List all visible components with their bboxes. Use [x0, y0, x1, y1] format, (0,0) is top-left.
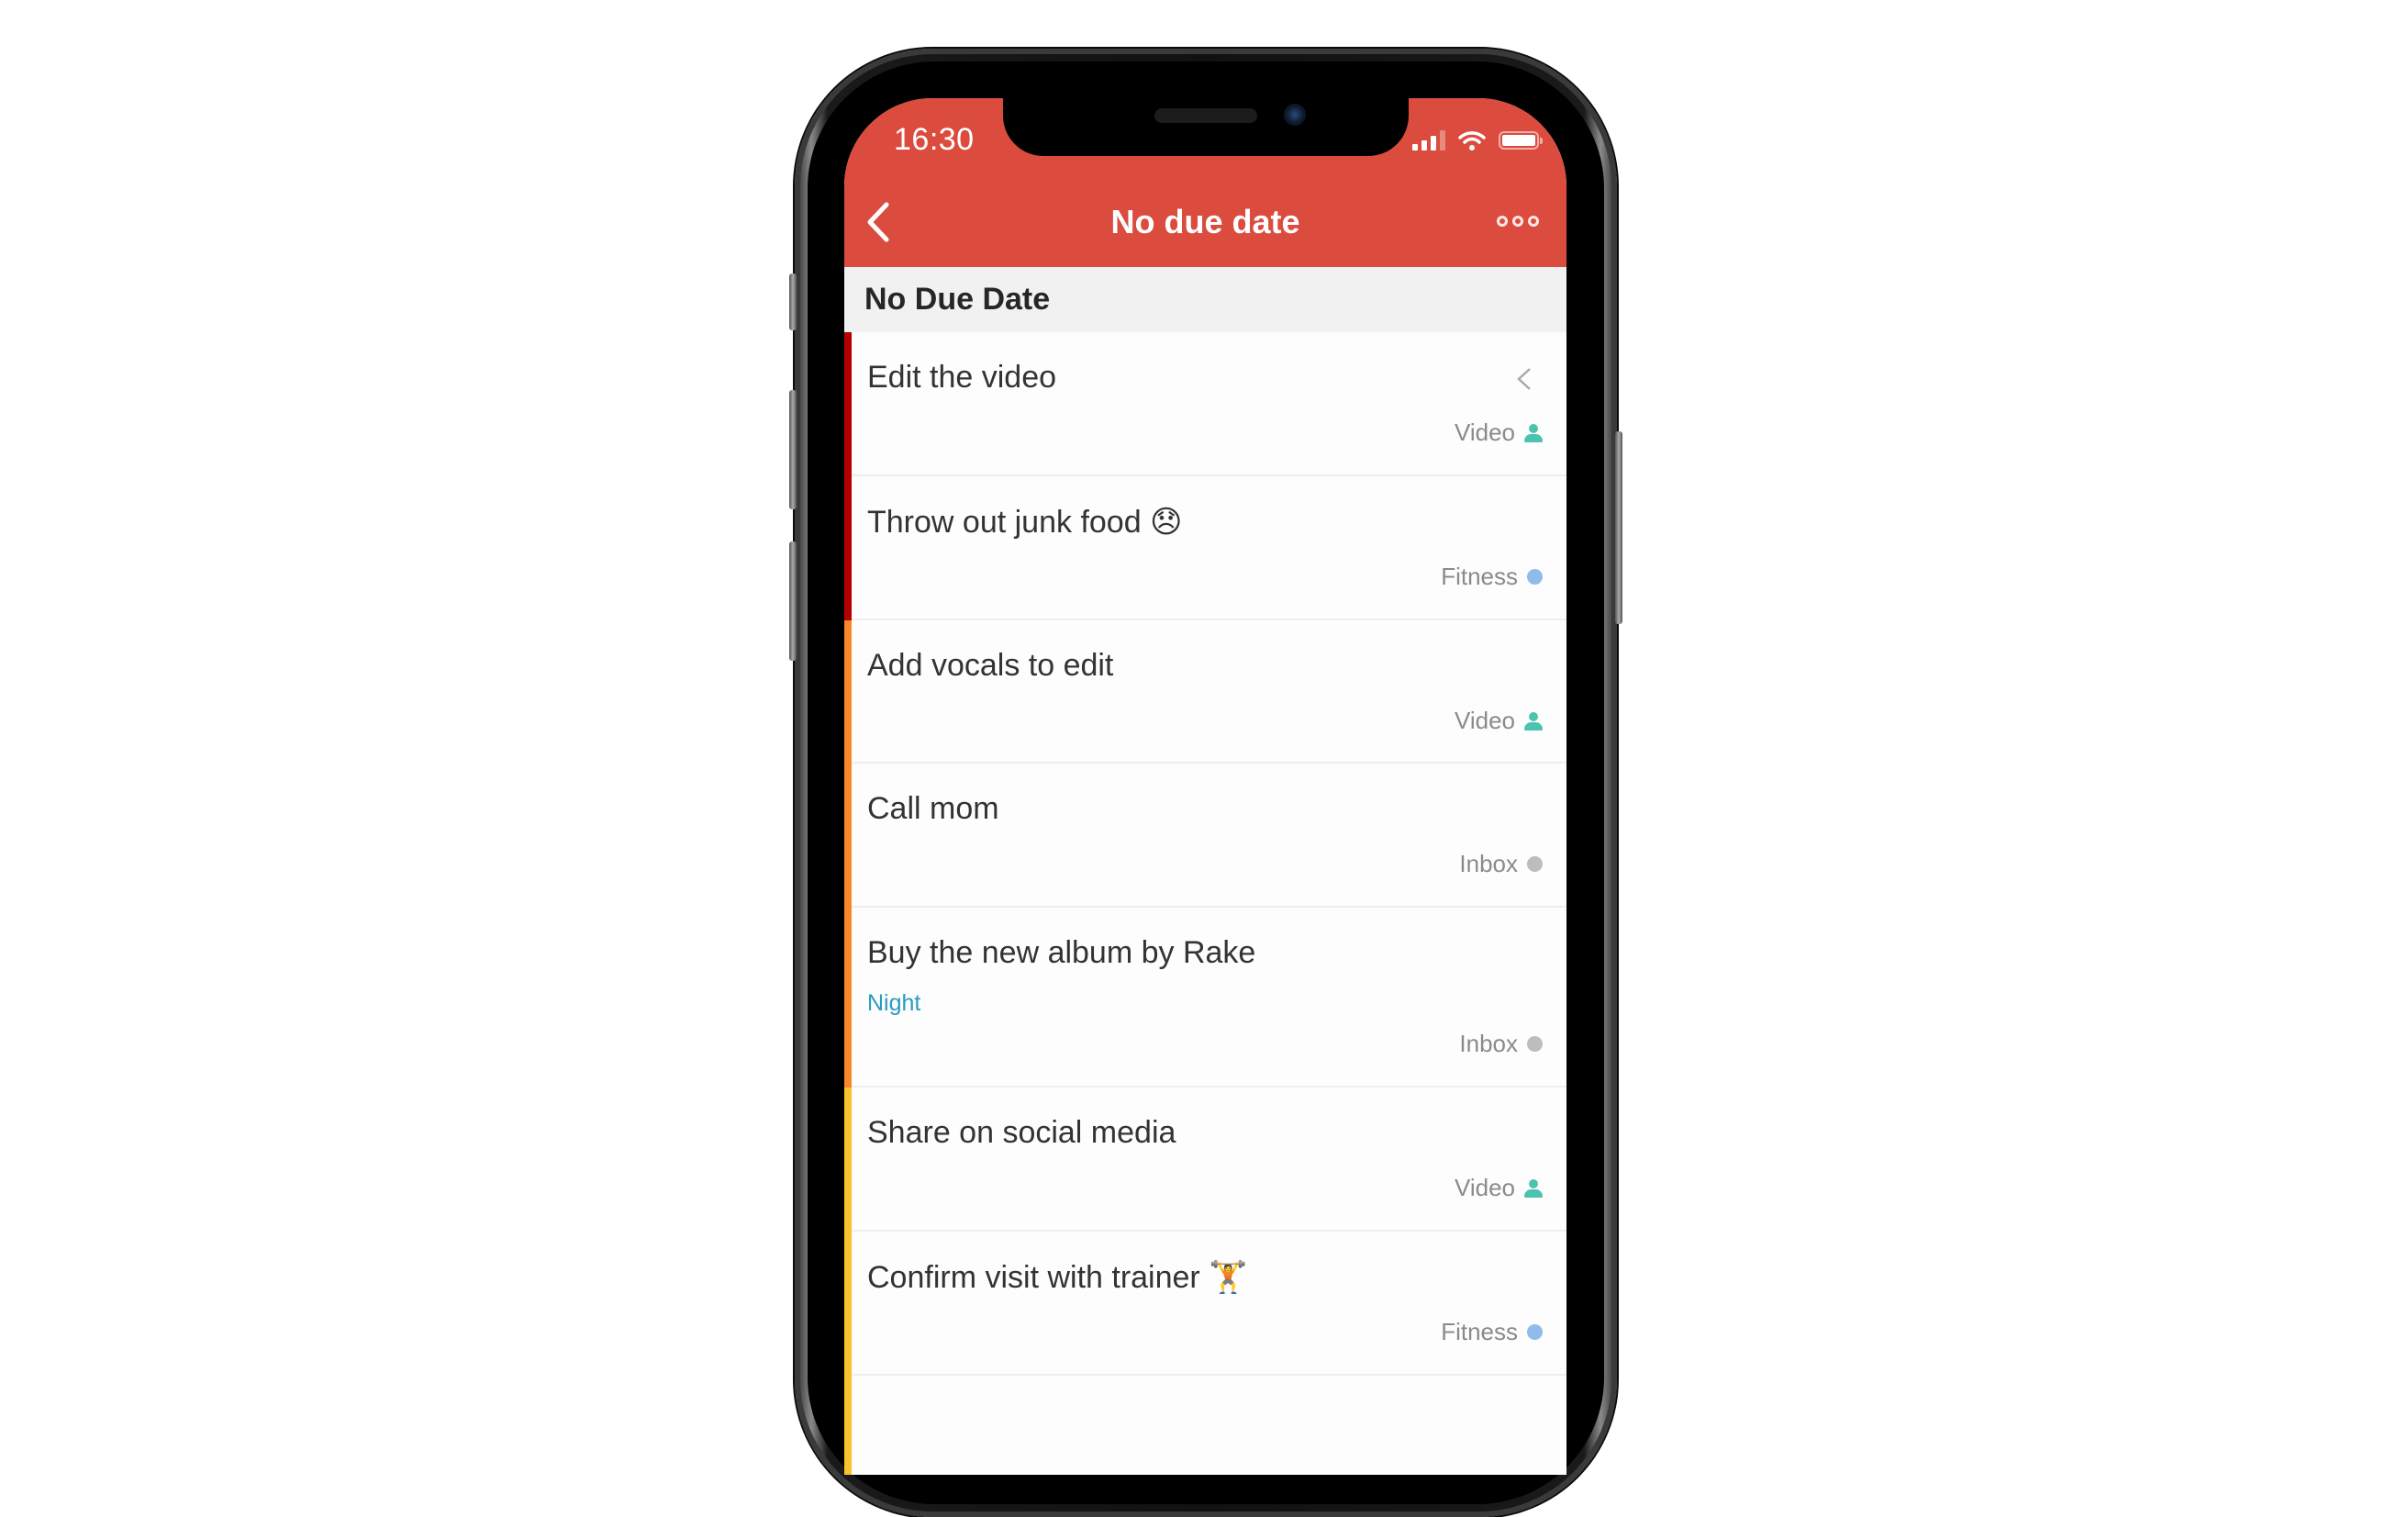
project-tag: Video: [1455, 707, 1543, 735]
section-header: No Due Date: [844, 267, 1566, 332]
project-tag: Video: [1455, 1174, 1543, 1202]
notch: [1003, 92, 1409, 156]
priority-bar: [844, 620, 852, 764]
task-name: Call mom: [867, 791, 999, 826]
priority-bar: [844, 1232, 852, 1376]
priority-bar: [844, 1376, 852, 1475]
more-icon: [1497, 216, 1508, 227]
project-dot-icon: [1527, 1324, 1543, 1340]
task-row[interactable]: Buy the new album by Rake Night Inbox: [844, 908, 1566, 1088]
front-camera: [1284, 104, 1306, 126]
person-icon: [1524, 423, 1543, 442]
project-dot-icon: [1527, 1036, 1543, 1052]
task-name: Throw out junk food 😞: [867, 505, 1183, 540]
project-tag: Fitness: [1441, 1318, 1543, 1346]
task-name: Confirm visit with trainer 🏋️: [867, 1260, 1248, 1295]
section-title: No Due Date: [864, 282, 1051, 317]
project-tag: Fitness: [1441, 563, 1543, 591]
task-list: Edit the video Video Throw out junk food…: [844, 332, 1566, 1475]
project-tag: Video: [1455, 418, 1543, 447]
task-name: Share on social media: [867, 1115, 1176, 1150]
power-button: [1615, 431, 1622, 624]
project-dot-icon: [1527, 856, 1543, 872]
task-row[interactable]: [844, 1376, 1566, 1475]
task-row[interactable]: Call mom Inbox: [844, 764, 1566, 908]
more-icon-dot: [1512, 216, 1523, 227]
priority-bar: [844, 764, 852, 908]
wifi-icon: [1458, 131, 1486, 151]
priority-bar: [844, 1088, 852, 1232]
status-time: 16:30: [894, 122, 975, 157]
project-name: Video: [1454, 1174, 1515, 1201]
swipe-chevron-icon: [1517, 368, 1531, 390]
task-name: Buy the new album by Rake: [867, 935, 1256, 970]
signal-icon: [1412, 130, 1445, 151]
project-name: Fitness: [1441, 1318, 1518, 1345]
volume-down-button: [789, 541, 797, 661]
more-icon-dot: [1528, 216, 1539, 227]
task-name: Edit the video: [867, 360, 1057, 395]
person-icon: [1524, 1178, 1543, 1198]
task-row[interactable]: Add vocals to edit Video: [844, 620, 1566, 764]
task-row[interactable]: Edit the video Video: [844, 332, 1566, 476]
project-name: Inbox: [1459, 1030, 1518, 1057]
project-tag: Inbox: [1459, 1030, 1543, 1058]
more-button[interactable]: [1497, 216, 1539, 227]
project-dot-icon: [1527, 569, 1543, 585]
project-name: Inbox: [1459, 850, 1518, 877]
task-row[interactable]: Confirm visit with trainer 🏋️ Fitness: [844, 1232, 1566, 1376]
volume-up-button: [789, 390, 797, 509]
task-name: Add vocals to edit: [867, 648, 1114, 683]
priority-bar: [844, 476, 852, 620]
priority-bar: [844, 908, 852, 1088]
phone-screen: 16:30 No due date No Due Date Edit the v…: [844, 98, 1566, 1475]
project-name: Video: [1454, 707, 1515, 734]
project-name: Video: [1454, 418, 1515, 446]
project-tag: Inbox: [1459, 850, 1543, 878]
person-icon: [1524, 711, 1543, 731]
page-title: No due date: [1110, 203, 1300, 240]
speaker: [1154, 108, 1257, 123]
project-name: Fitness: [1441, 563, 1518, 590]
mute-switch: [789, 273, 797, 330]
battery-icon: [1499, 131, 1543, 150]
status-icons: [1412, 129, 1543, 151]
priority-bar: [844, 332, 852, 476]
task-row[interactable]: Throw out junk food 😞 Fitness: [844, 476, 1566, 620]
task-row[interactable]: Share on social media Video: [844, 1088, 1566, 1232]
task-label[interactable]: Night: [867, 990, 920, 1017]
